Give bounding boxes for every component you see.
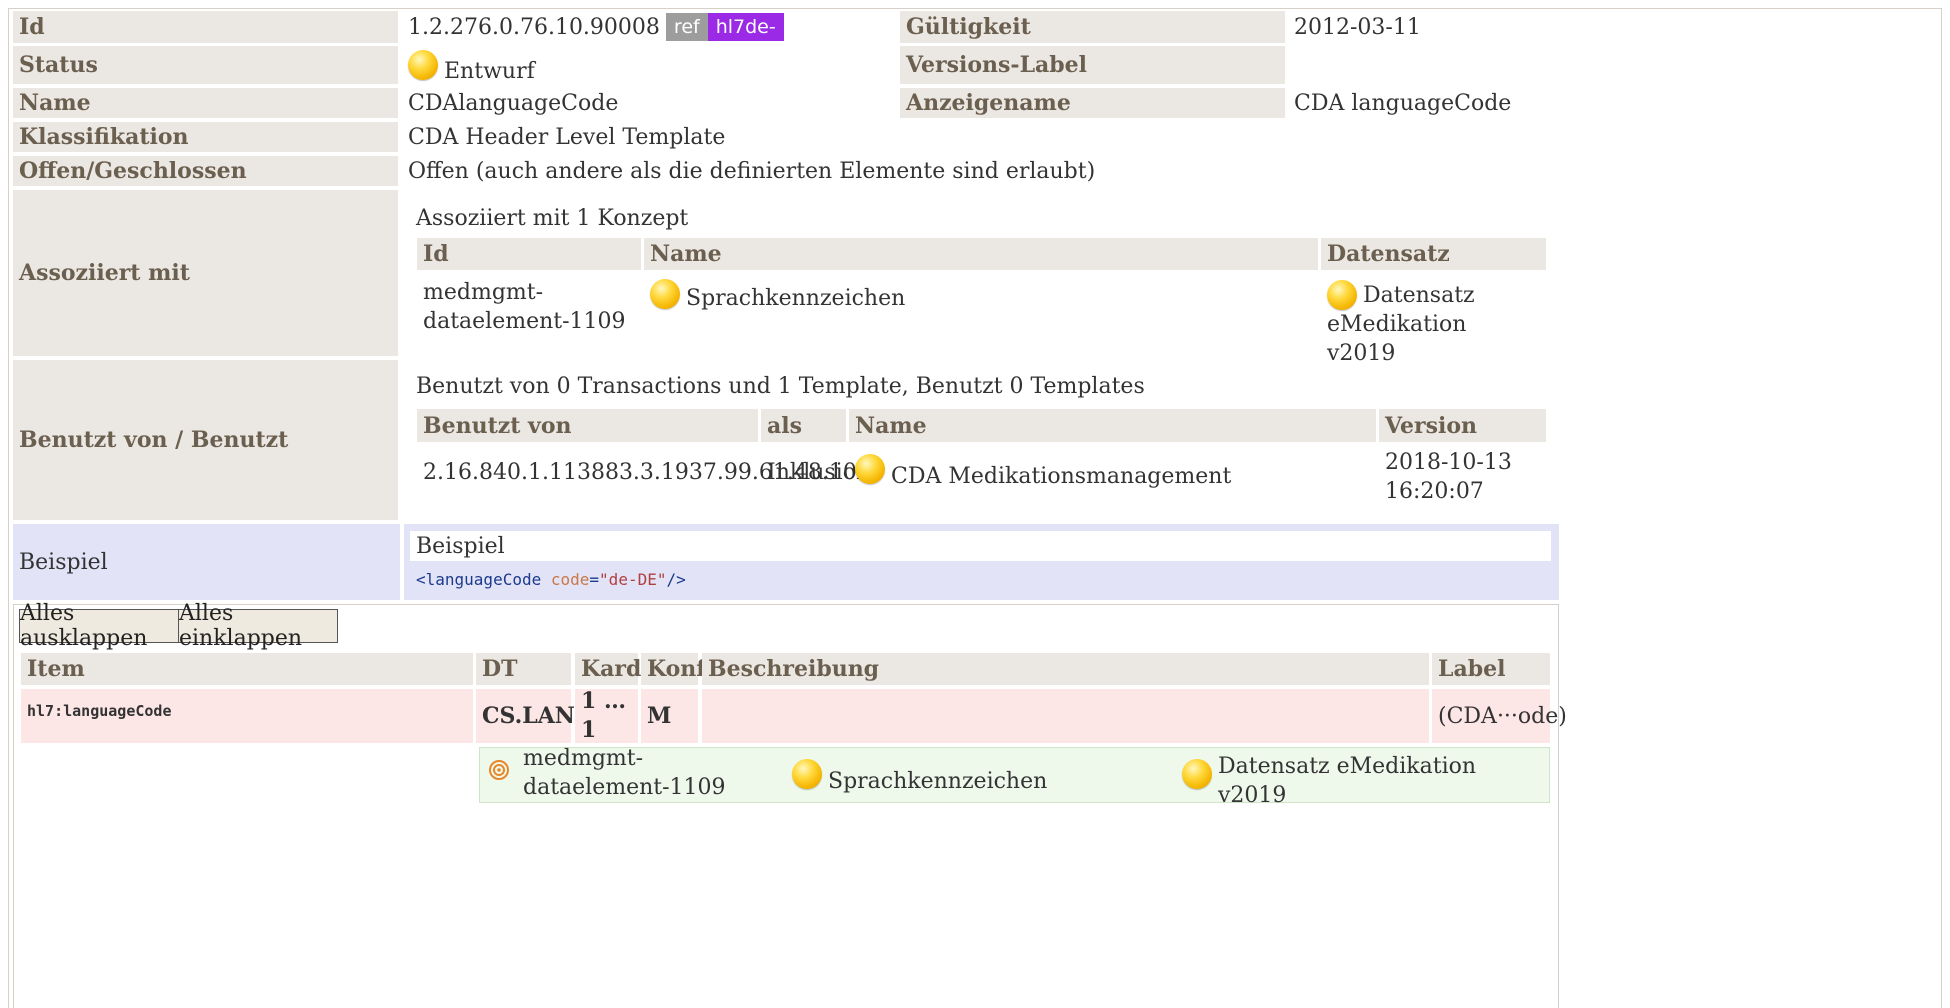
item-path: hl7:languageCode [27,702,172,720]
concept-id-link[interactable]: medmgmt- dataelement-1109 [417,277,641,337]
concept-target-icon [487,758,511,782]
display-name-value: CDA languageCode [1288,88,1688,118]
items-col-description: Beschreibung [702,653,1429,685]
item-conformance: M [641,689,698,743]
code-value: "de-DE" [599,569,667,589]
concept-name: Sprachkennzeichen [686,285,906,311]
draft-status-icon [650,279,680,309]
name-value: CDAlanguageCode [402,88,897,118]
concept-name-link[interactable]: Sprachkennzeichen [786,759,1166,796]
collapse-all-button[interactable]: Alles einklappen [178,601,338,651]
draft-status-icon [408,50,438,80]
items-col-conf: Konf [641,653,706,685]
dataset-name: Datensatz eMedikation v2019 [1218,754,1477,808]
draft-status-icon [1182,759,1212,789]
assoc-col-id: Id [417,238,641,270]
name-label: Name [13,88,398,118]
usage-col-as: als [761,409,846,442]
item-name: hl7:languageCode [21,689,473,743]
usage-type: Inklusion [767,459,871,485]
draft-status-icon [792,759,822,789]
usage-version-time: 16:20:07 [1385,479,1484,504]
status-label: Status [13,46,398,84]
usage-col-by: Benutzt von [417,409,758,442]
usage-template-link[interactable]: CDA Medikationsmanagement [849,454,1376,492]
usage-label: Benutzt von / Benutzt [13,360,398,520]
code-close: /> [666,569,686,589]
dataset-line1: Datensatz [1363,283,1475,308]
id-value: 1.2.276.0.76.10.90008 ref hl7de- [402,11,897,43]
item-description [702,689,1429,743]
code-equals: = [589,569,600,589]
item-cardinality: 1 … 1 [575,688,638,743]
prefix-badge: hl7de- [707,13,784,41]
items-col-dt: DT [476,653,571,685]
concept-name: Sprachkennzeichen [828,768,1048,794]
example-label: Beispiel [13,524,400,600]
ref-badge: ref [665,13,708,41]
validity-value: 2012-03-11 [1288,11,1688,43]
example-code: <languageCode code = "de-DE"/> [410,566,1551,592]
dataset-link[interactable]: Datensatz eMedikation v2019 [1321,280,1546,366]
item-label: (CDA···ode) [1432,689,1567,743]
used-by-link[interactable]: 2.16.840.1.113883.3.1937.99.61.48.10.1 [417,456,878,488]
id-label: Id [13,11,398,43]
usage-col-version: Version [1379,409,1546,442]
display-name-label: Anzeigename [900,88,1285,118]
code-attribute: code [550,569,590,589]
code-element: <languageCode [416,569,542,589]
associated-label: Assoziiert mit [13,190,398,356]
concept-id-line2: dataelement-1109 [423,309,626,334]
dataset-line2: eMedikation v2019 [1327,312,1467,366]
open-closed-value: Offen (auch andere als die definierten E… [402,156,1502,186]
item-datatype[interactable]: CS.LANG [476,689,594,743]
assoc-col-dataset: Datensatz [1321,238,1546,270]
draft-status-icon [855,454,885,484]
open-closed-label: Offen/Geschlossen [13,156,398,186]
items-col-item: Item [21,653,473,685]
status-value: Entwurf [402,46,897,84]
items-col-card: Kard [575,653,641,685]
classification-value: CDA Header Level Template [402,122,1302,152]
status-text: Entwurf [444,58,535,84]
items-col-label: Label [1432,653,1550,685]
usage-version: 2018-10-13 16:20:07 [1379,448,1546,508]
usage-summary: Benutzt von 0 Transactions und 1 Templat… [416,373,1145,399]
associated-summary: Assoziiert mit 1 Konzept [416,205,689,231]
dataset-link[interactable]: Datensatz eMedikation v2019 [1176,754,1546,808]
classification-label: Klassifikation [13,122,398,152]
version-value [1288,46,1688,84]
concept-name-link[interactable]: Sprachkennzeichen [644,279,1314,316]
validity-label: Gültigkeit [900,11,1285,43]
assoc-col-name: Name [644,238,1318,270]
concept-id-line1: medmgmt- [423,280,544,305]
expand-all-button[interactable]: Alles ausklappen [19,601,179,651]
usage-version-date: 2018-10-13 [1385,450,1512,475]
usage-template-name: CDA Medikationsmanagement [891,463,1232,489]
usage-col-name: Name [849,409,1376,442]
draft-status-icon [1327,280,1357,310]
concept-id-link[interactable]: medmgmt-dataelement-1109 [517,746,787,800]
version-label: Versions-Label [900,46,1285,84]
example-title: Beispiel [410,531,1551,561]
template-id[interactable]: 1.2.276.0.76.10.90008 [408,15,660,40]
